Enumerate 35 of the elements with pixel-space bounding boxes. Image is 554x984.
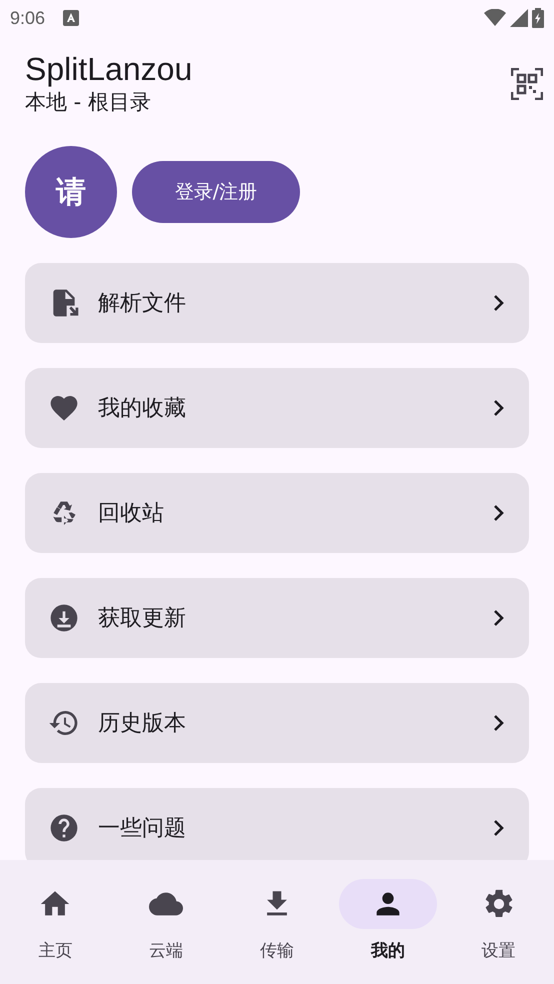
avatar: 请 [25,146,117,238]
nav-tab[interactable]: 传输 [222,860,332,984]
nav-tab[interactable]: 主页 [0,860,111,984]
location-subtitle: 本地 - 根目录 [25,89,152,116]
menu-label: 一些问题 [98,815,187,843]
app-title: SplitLanzou [25,50,192,88]
menu-label: 获取更新 [98,605,187,633]
download-icon [48,602,80,634]
battery-icon [532,8,544,28]
chevron-icon [493,294,505,312]
chevron-icon [493,819,505,837]
menu-label: 解析文件 [98,290,187,318]
menu-item[interactable]: 历史版本 [25,683,529,763]
chevron-icon [493,399,505,417]
menu-label: 我的收藏 [98,395,187,423]
wifi-icon [484,9,506,27]
keyboard-icon [63,10,80,26]
qr-scan-icon[interactable] [511,68,543,100]
menu-item[interactable]: 回收站 [25,473,529,553]
signal-icon [510,9,528,27]
menu-label: 历史版本 [98,710,187,738]
chevron-icon [493,504,505,522]
menu-item[interactable]: 解析文件 [25,263,529,343]
login-button[interactable]: 登录/注册 [132,161,300,223]
menu-item[interactable]: 一些问题 [25,788,529,860]
menu-item[interactable]: 获取更新 [25,578,529,658]
nav-tab[interactable]: 云端 [110,860,222,984]
help-icon [48,812,80,844]
menu-label: 回收站 [98,500,165,528]
chevron-icon [493,609,505,627]
chevron-icon [493,714,505,732]
nav-tab[interactable]: 我的 [332,860,444,984]
clock-time: 9:06 [10,8,46,28]
menu-item[interactable]: 我的收藏 [25,368,529,448]
nav-tab[interactable]: 设置 [443,860,554,984]
